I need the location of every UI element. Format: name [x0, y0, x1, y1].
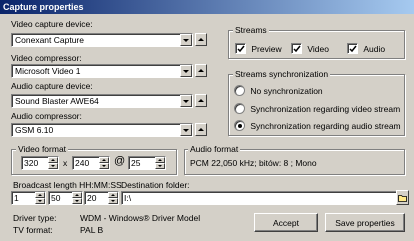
accept-button[interactable]: Accept	[254, 213, 318, 232]
video-compressor-props-button[interactable]	[195, 64, 207, 77]
broadcast-ss-spinner[interactable]: 20	[84, 191, 119, 205]
audio-checkbox[interactable]: Audio	[347, 43, 386, 55]
broadcast-mm-value: 50	[51, 193, 61, 203]
audio-device-select[interactable]: Sound Blaster AWE64	[11, 94, 193, 108]
browse-folder-button[interactable]	[396, 190, 409, 205]
spin-down-icon[interactable]	[72, 198, 82, 204]
audio-device-label: Audio capture device:	[11, 81, 93, 91]
audio-format-title: Audio format	[188, 144, 241, 154]
folder-icon	[398, 194, 407, 202]
title-bar: Capture properties	[0, 0, 414, 14]
fps-separator: @	[114, 155, 126, 167]
spin-down-icon[interactable]	[155, 163, 165, 169]
streams-title: Streams	[233, 25, 269, 35]
sync-option-video[interactable]: Synchronization regarding video stream	[234, 103, 401, 115]
video-device-label: Video capture device:	[11, 19, 93, 29]
arrow-up-icon	[198, 38, 204, 41]
sync-title: Streams synchronization	[233, 69, 331, 79]
preview-checkbox[interactable]: Preview	[235, 43, 282, 55]
spin-down-icon[interactable]	[48, 163, 58, 169]
video-device-value: Conexant Capture	[15, 35, 84, 45]
check-icon[interactable]	[347, 43, 358, 55]
chevron-down-icon[interactable]	[180, 124, 192, 136]
video-compressor-value: Microsoft Video 1	[15, 66, 81, 76]
destination-field[interactable]: I:\	[121, 191, 397, 205]
audio-checkbox-label: Audio	[363, 43, 386, 54]
video-fps-spinner[interactable]: 25	[128, 156, 166, 170]
video-fps-value: 25	[131, 158, 141, 168]
broadcast-length-label: Broadcast length HH:MM:SS	[13, 180, 122, 190]
sync-option-none-label: No synchronization	[250, 85, 323, 96]
sync-option-none[interactable]: No synchronization	[234, 85, 323, 97]
sync-option-audio-label: Synchronization regarding audio stream	[250, 120, 401, 131]
chevron-down-icon[interactable]	[180, 95, 192, 107]
audio-compressor-props-button[interactable]	[195, 123, 207, 136]
spin-down-icon[interactable]	[99, 163, 109, 169]
broadcast-hh-value: 1	[14, 193, 19, 203]
chevron-down-icon[interactable]	[180, 65, 192, 77]
destination-value: I:\	[124, 193, 132, 203]
radio-icon[interactable]	[234, 85, 245, 97]
video-checkbox[interactable]: Video	[291, 43, 329, 55]
video-device-select[interactable]: Conexant Capture	[11, 33, 193, 47]
video-compressor-label: Video compressor:	[11, 53, 82, 63]
video-checkbox-label: Video	[307, 43, 329, 54]
video-width-value: 320	[24, 158, 39, 168]
arrow-up-icon	[198, 99, 204, 102]
save-properties-button[interactable]: Save properties	[325, 213, 405, 232]
audio-compressor-select[interactable]: GSM 6.10	[11, 123, 193, 137]
broadcast-ss-value: 20	[87, 193, 97, 203]
chevron-down-icon[interactable]	[180, 34, 192, 46]
audio-device-props-button[interactable]	[195, 94, 207, 107]
video-device-props-button[interactable]	[195, 33, 207, 46]
size-separator: x	[63, 158, 68, 168]
tv-format-value: PAL B	[80, 225, 104, 235]
check-icon[interactable]	[235, 43, 246, 55]
preview-label: Preview	[251, 43, 282, 54]
video-compressor-select[interactable]: Microsoft Video 1	[11, 64, 193, 78]
spin-down-icon[interactable]	[35, 198, 45, 204]
driver-type-label: Driver type:	[13, 213, 57, 223]
sync-option-video-label: Synchronization regarding video stream	[250, 103, 401, 114]
audio-device-value: Sound Blaster AWE64	[15, 96, 99, 106]
driver-type-value: WDM - Windows® Driver Model	[80, 213, 201, 223]
arrow-up-icon	[198, 128, 204, 131]
audio-compressor-label: Audio compressor:	[11, 111, 82, 121]
video-format-title: Video format	[16, 144, 69, 154]
audio-format-value: PCM 22,050 kHz; bitów: 8 ; Mono	[190, 158, 317, 168]
check-icon[interactable]	[291, 43, 302, 55]
window-title: Capture properties	[3, 2, 84, 12]
radio-icon[interactable]	[234, 103, 245, 115]
radio-selected-icon	[237, 123, 242, 128]
tv-format-label: TV format:	[13, 225, 53, 235]
video-height-spinner[interactable]: 240	[72, 156, 110, 170]
video-width-spinner[interactable]: 320	[21, 156, 59, 170]
radio-icon[interactable]	[234, 120, 245, 132]
sync-option-audio[interactable]: Synchronization regarding audio stream	[234, 120, 401, 132]
destination-label: Destination folder:	[121, 180, 190, 190]
arrow-up-icon	[198, 69, 204, 72]
broadcast-mm-spinner[interactable]: 50	[48, 191, 83, 205]
video-height-value: 240	[75, 158, 90, 168]
broadcast-hh-spinner[interactable]: 1	[11, 191, 46, 205]
audio-compressor-value: GSM 6.10	[15, 125, 54, 135]
spin-down-icon[interactable]	[108, 198, 118, 204]
